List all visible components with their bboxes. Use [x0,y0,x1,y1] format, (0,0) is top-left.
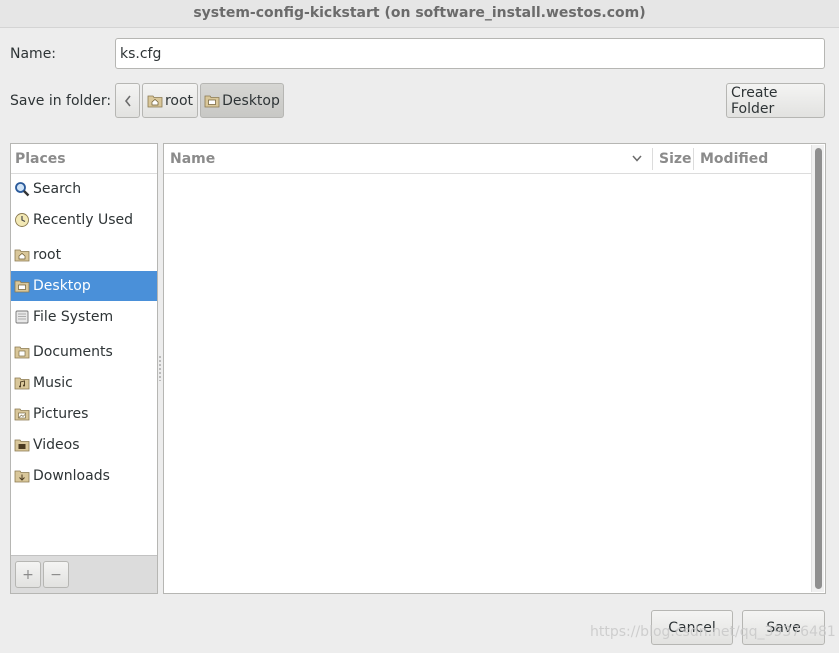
window-title: system-config-kickstart (on software_ins… [0,0,839,28]
path-back-button[interactable] [115,83,140,118]
places-item-label: Documents [33,344,113,360]
places-item-label: Music [33,375,73,391]
breadcrumb-root[interactable]: root [142,83,198,118]
places-header: Places [11,144,157,174]
places-item-label: Pictures [33,406,89,422]
column-header-label: Size [659,151,692,167]
downloads-folder-icon [14,470,30,483]
places-item-label: File System [33,309,114,325]
breadcrumb-label: root [164,92,194,109]
places-item-search[interactable]: Search [11,174,157,204]
places-item-downloads[interactable]: Downloads [11,461,157,491]
file-list-header: Name Size Modified [164,144,812,174]
breadcrumb-desktop[interactable]: Desktop [200,83,284,118]
pictures-folder-icon [14,408,30,421]
places-sidebar: Places Search Recently Used root Desktop [10,143,158,594]
places-item-label: root [33,247,62,263]
vertical-scrollbar[interactable] [811,145,824,592]
places-item-desktop[interactable]: Desktop [11,271,157,301]
column-header-modified[interactable]: Modified [694,144,812,174]
places-item-root[interactable]: root [11,240,157,270]
name-label: Name: [10,46,57,62]
search-icon [15,182,30,197]
places-item-label: Recently Used [33,212,134,228]
file-list[interactable]: Name Size Modified [163,143,826,594]
desktop-folder-icon [14,280,30,293]
column-header-name[interactable]: Name [164,144,652,174]
music-folder-icon [14,377,30,390]
column-header-label: Name [170,151,216,167]
create-folder-button[interactable]: Create Folder [726,83,825,118]
chevron-left-icon [124,95,131,106]
clock-icon [15,213,29,227]
places-item-music[interactable]: Music [11,368,157,398]
pane-resize-handle[interactable] [158,355,162,381]
add-bookmark-button[interactable]: + [15,561,41,588]
places-item-label: Search [33,181,82,197]
name-input[interactable] [115,38,825,69]
places-item-label: Downloads [33,468,110,484]
column-header-size[interactable]: Size [653,144,693,174]
save-in-folder-label: Save in folder: [10,93,112,109]
desktop-folder-icon [204,95,220,107]
places-item-file-system[interactable]: File System [11,302,157,332]
places-item-recently-used[interactable]: Recently Used [11,205,157,235]
places-item-label: Videos [33,437,80,453]
places-item-pictures[interactable]: Pictures [11,399,157,429]
watermark: https://blog.csdn.net/qq_39376481 [590,624,836,640]
places-item-videos[interactable]: Videos [11,430,157,460]
drive-icon [15,310,29,324]
places-item-label: Desktop [33,278,91,294]
videos-folder-icon [14,439,30,452]
breadcrumb-label: Desktop [222,92,280,109]
scrollbar-thumb[interactable] [815,148,822,589]
places-toolbar: + − [11,555,157,593]
folder-icon [14,346,30,359]
places-item-documents[interactable]: Documents [11,337,157,367]
chevron-down-icon [632,155,642,162]
home-folder-icon [147,95,163,107]
home-folder-icon [14,249,30,262]
remove-bookmark-button[interactable]: − [43,561,69,588]
column-header-label: Modified [700,151,769,167]
